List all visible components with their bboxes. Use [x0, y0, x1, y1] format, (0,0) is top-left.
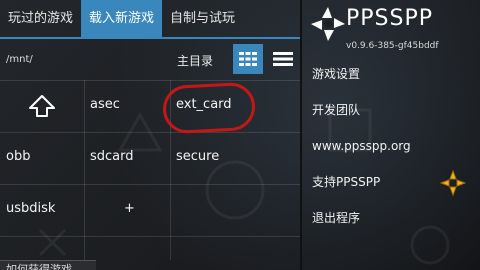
tab-recent-games[interactable]: 玩过的游戏 [0, 0, 81, 37]
app-title: PPSSPP [346, 6, 433, 31]
main-menu: 游戏设置 开发团队 www.ppsspp.org 支持PPSSPP 退出程序 [312, 60, 480, 240]
folder-secure[interactable]: secure [170, 132, 300, 184]
gold-psp-icon [440, 170, 466, 196]
menu-credits[interactable]: 开发团队 [312, 96, 480, 132]
list-view-button[interactable] [268, 44, 298, 74]
add-folder-button[interactable]: + [84, 184, 170, 236]
current-path: /mnt/ [6, 54, 33, 65]
app-version: v0.9.6-385-gf45bddf [346, 41, 439, 51]
how-to-get-games-tab[interactable]: 如何获得游戏 [0, 260, 96, 270]
tab-underline [0, 37, 300, 39]
folder-usbdisk[interactable]: usbdisk [0, 184, 84, 236]
grid-view-icon [239, 52, 257, 66]
folder-asec[interactable]: asec [84, 80, 170, 132]
up-arrow-icon [29, 95, 55, 117]
menu-website[interactable]: www.ppsspp.org [312, 132, 480, 168]
list-view-icon [273, 52, 293, 66]
menu-game-settings[interactable]: 游戏设置 [312, 60, 480, 96]
tab-bar: 玩过的游戏 载入新游戏 自制与试玩 [0, 0, 300, 37]
red-circle-annotation [161, 81, 257, 135]
parent-folder-button[interactable] [0, 80, 84, 132]
empty-cell [170, 184, 300, 236]
home-button[interactable]: 主目录 [177, 52, 213, 69]
grid-line [0, 236, 300, 237]
folder-obb[interactable]: obb [0, 132, 84, 184]
folder-sdcard[interactable]: sdcard [84, 132, 170, 184]
tab-homebrew[interactable]: 自制与试玩 [162, 0, 243, 37]
tab-load-game[interactable]: 载入新游戏 [81, 0, 163, 37]
menu-exit[interactable]: 退出程序 [312, 204, 480, 240]
grid-view-button[interactable] [233, 44, 263, 74]
panel-divider [300, 0, 302, 270]
psp-logo-icon [311, 7, 345, 41]
